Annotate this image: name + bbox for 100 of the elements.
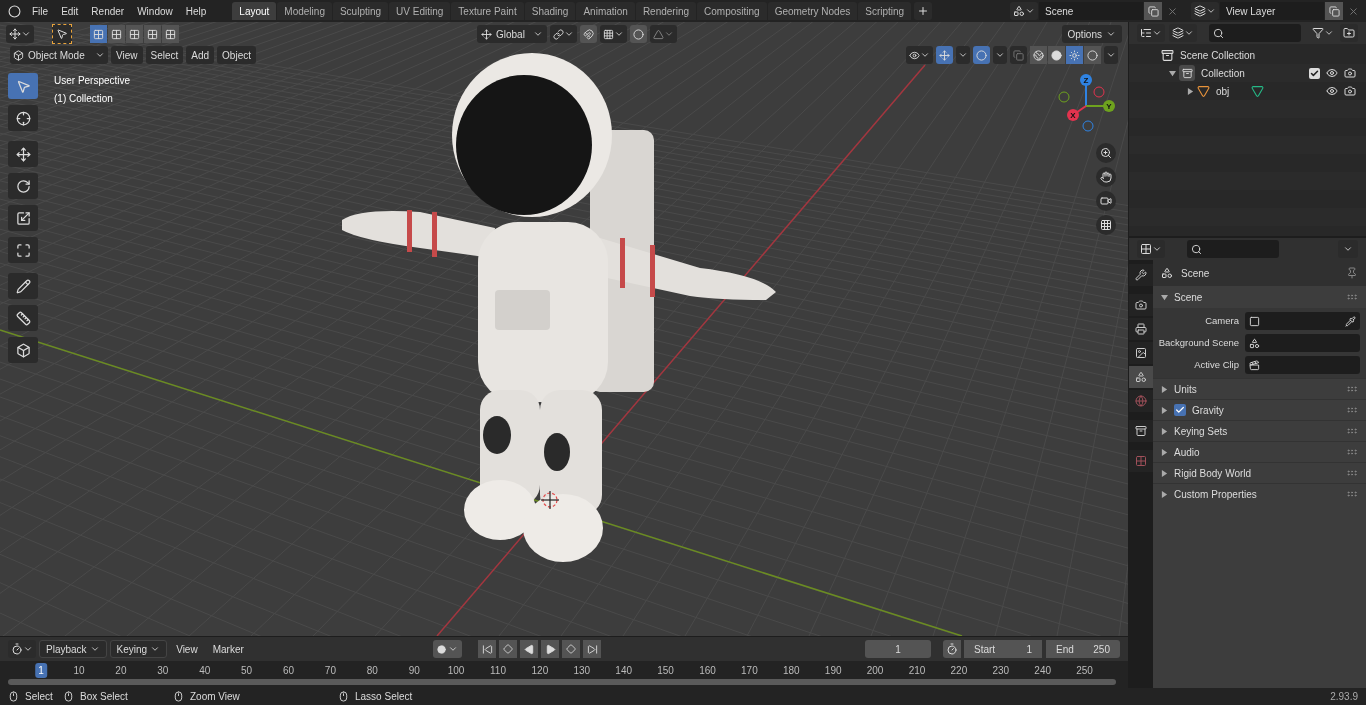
timeline-menu[interactable]: Marker	[206, 640, 250, 658]
projection-button[interactable]	[1096, 215, 1116, 235]
pan-button[interactable]	[1096, 167, 1116, 187]
panel-title[interactable]: Units	[1174, 381, 1197, 397]
shading-mode-button[interactable]	[1084, 46, 1101, 64]
timeline-scrollbar[interactable]	[8, 679, 1116, 685]
view-layer-field[interactable]: View Layer	[1220, 2, 1324, 20]
workspace-tab[interactable]: UV Editing	[389, 2, 451, 20]
copy-button[interactable]	[1144, 2, 1162, 20]
zoom-button[interactable]	[1096, 143, 1116, 163]
add-workspace-button[interactable]	[914, 2, 933, 20]
shading-mode-button[interactable]	[1030, 46, 1047, 64]
expand-arrow-icon[interactable]	[1161, 448, 1168, 456]
navigation-gizmo-drawing[interactable]: Z Y X	[1056, 73, 1122, 139]
snap-dropdown[interactable]	[600, 25, 627, 43]
options-dropdown[interactable]: Options	[1061, 25, 1122, 43]
properties-tab[interactable]	[1129, 294, 1153, 316]
scene-field[interactable]: Scene	[1039, 2, 1143, 20]
search-field[interactable]	[1187, 240, 1279, 258]
display-mode-button[interactable]	[1137, 24, 1165, 42]
editor-type-button[interactable]	[8, 640, 36, 658]
workspace-tab[interactable]: Layout	[232, 2, 277, 20]
timeline-dropdown[interactable]: Playback	[39, 640, 107, 658]
next-keyframe-button[interactable]	[562, 640, 580, 658]
menu-item[interactable]: Help	[179, 3, 213, 19]
selection-mode-button[interactable]	[108, 25, 125, 43]
tool-button[interactable]	[8, 205, 38, 231]
active-tool-button[interactable]	[52, 24, 72, 44]
timeline-menu[interactable]: View	[170, 640, 204, 658]
jump-end-button[interactable]	[583, 640, 601, 658]
overlay-dropdown[interactable]	[993, 46, 1007, 64]
gizmo-dropdown[interactable]	[956, 46, 970, 64]
panel-title[interactable]: Custom Properties	[1174, 486, 1257, 502]
tool-button[interactable]	[8, 273, 38, 299]
outliner-item-label[interactable]: Collection	[1201, 65, 1245, 81]
selection-mode-button[interactable]	[126, 25, 143, 43]
workspace-tab[interactable]: Rendering	[635, 2, 697, 20]
previous-keyframe-button[interactable]	[499, 640, 517, 658]
end-frame-field[interactable]: End 250	[1046, 640, 1120, 658]
current-frame-field[interactable]: 1	[865, 640, 931, 658]
properties-tab[interactable]	[1129, 420, 1153, 442]
tool-button[interactable]	[8, 141, 38, 167]
panel-title[interactable]: Gravity	[1192, 402, 1224, 418]
expand-arrow-icon[interactable]	[1161, 293, 1168, 301]
menu-item[interactable]: Window	[131, 3, 179, 19]
snap-toggle[interactable]	[580, 25, 597, 43]
visibility-dropdown[interactable]	[906, 46, 933, 64]
shading-mode-button[interactable]	[1048, 46, 1065, 64]
expand-arrow-icon[interactable]	[1186, 87, 1194, 95]
workspace-tab[interactable]: Scripting	[858, 2, 912, 20]
jump-start-button[interactable]	[478, 640, 496, 658]
selection-mode-button[interactable]	[162, 25, 179, 43]
view-layer-type-button[interactable]	[1191, 2, 1219, 20]
selection-mode-button[interactable]	[144, 25, 161, 43]
active-clip-field[interactable]	[1245, 356, 1360, 374]
editor-type-button[interactable]	[6, 25, 34, 43]
workspace-tab[interactable]: Shading	[524, 2, 576, 20]
falloff-dropdown[interactable]	[650, 25, 677, 43]
outliner-item-label[interactable]: obj	[1216, 83, 1230, 99]
mode-dropdown[interactable]: Object Mode	[10, 46, 108, 64]
viewport-menu[interactable]: Add	[186, 46, 215, 64]
play-reverse-button[interactable]	[520, 640, 538, 658]
panel-title[interactable]: Keying Sets	[1174, 423, 1228, 439]
exclude-checkbox[interactable]	[1309, 67, 1320, 79]
workspace-tab[interactable]: Animation	[576, 2, 635, 20]
workspace-tab[interactable]: Geometry Nodes	[767, 2, 858, 20]
scene-type-button[interactable]	[1010, 2, 1038, 20]
expand-arrow-icon[interactable]	[1161, 385, 1168, 393]
pivot-dropdown[interactable]	[550, 25, 577, 43]
checkbox[interactable]	[1174, 404, 1186, 416]
shading-dropdown[interactable]	[1104, 46, 1118, 64]
panel-title[interactable]: Audio	[1174, 444, 1200, 460]
play-button[interactable]	[541, 640, 559, 658]
menu-item[interactable]: Render	[85, 3, 131, 19]
expand-arrow-icon[interactable]	[1161, 469, 1168, 477]
start-frame-field[interactable]: Start 1	[964, 640, 1042, 658]
overlay-toggle[interactable]	[973, 46, 990, 64]
viewport-menu[interactable]: Select	[145, 46, 184, 64]
outliner-item-label[interactable]: Scene Collection	[1180, 47, 1256, 63]
background-scene-field[interactable]	[1245, 334, 1360, 352]
panel-title[interactable]: Scene	[1174, 289, 1203, 305]
expand-arrow-icon[interactable]	[1168, 69, 1176, 77]
workspace-tab[interactable]: Modeling	[277, 2, 332, 20]
expand-arrow-icon[interactable]	[1161, 406, 1168, 414]
stopwatch-button[interactable]	[943, 640, 961, 658]
menu-item[interactable]: Edit	[55, 3, 85, 19]
menu-item[interactable]: File	[26, 3, 55, 19]
shading-mode-button[interactable]	[1066, 46, 1083, 64]
tool-button[interactable]	[8, 237, 38, 263]
tool-button[interactable]	[8, 337, 38, 363]
orientation-dropdown[interactable]: Global	[477, 25, 547, 43]
viewport-menu[interactable]: View	[111, 46, 143, 64]
proportional-edit-toggle[interactable]	[630, 25, 647, 43]
record-button[interactable]	[433, 640, 462, 658]
workspace-tab[interactable]: Sculpting	[332, 2, 389, 20]
workspace-tab[interactable]: Compositing	[697, 2, 767, 20]
expand-arrow-icon[interactable]	[1161, 427, 1168, 435]
gizmo-toggle[interactable]	[936, 46, 953, 64]
workspace-tab[interactable]: Texture Paint	[451, 2, 524, 20]
selection-mode-button[interactable]	[90, 25, 107, 43]
